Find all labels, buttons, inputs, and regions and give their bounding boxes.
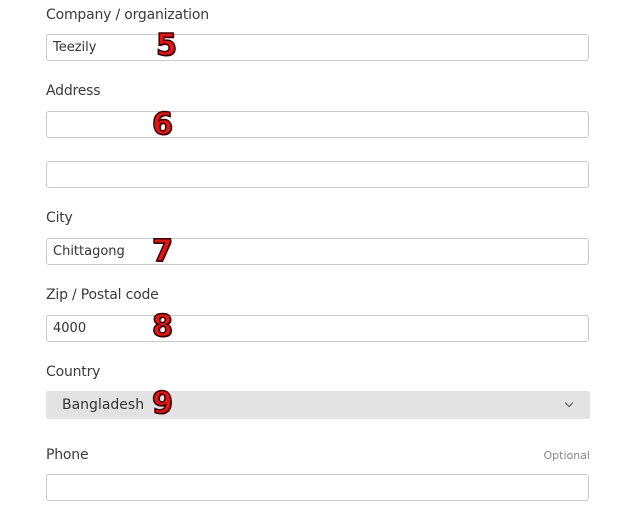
annotation-marker-8: 8	[151, 309, 173, 344]
country-selected-value: Bangladesh	[62, 397, 145, 413]
city-value: Chittagong	[53, 244, 125, 259]
city-label: City	[46, 210, 73, 226]
annotation-marker-7: 7	[151, 234, 173, 269]
chevron-down-icon	[564, 398, 574, 408]
zip-value: 4000	[53, 321, 87, 336]
zip-input[interactable]: 4000	[46, 315, 589, 342]
phone-label: Phone	[46, 447, 89, 463]
country-label: Country	[46, 364, 101, 380]
zip-label: Zip / Postal code	[46, 287, 159, 303]
address-label: Address	[46, 83, 101, 99]
address-line1-input[interactable]	[46, 111, 589, 138]
address-line2-input[interactable]	[46, 161, 589, 188]
annotation-marker-5: 5	[155, 28, 177, 63]
annotation-marker-9: 9	[151, 386, 173, 421]
company-label: Company / organization	[46, 7, 209, 23]
country-select[interactable]: Bangladesh	[46, 391, 590, 419]
phone-input[interactable]	[46, 474, 589, 501]
company-input[interactable]: Teezily	[46, 34, 589, 61]
city-input[interactable]: Chittagong	[46, 238, 589, 265]
phone-optional-hint: Optional	[543, 449, 590, 462]
company-value: Teezily	[53, 40, 97, 55]
annotation-marker-6: 6	[151, 107, 173, 142]
